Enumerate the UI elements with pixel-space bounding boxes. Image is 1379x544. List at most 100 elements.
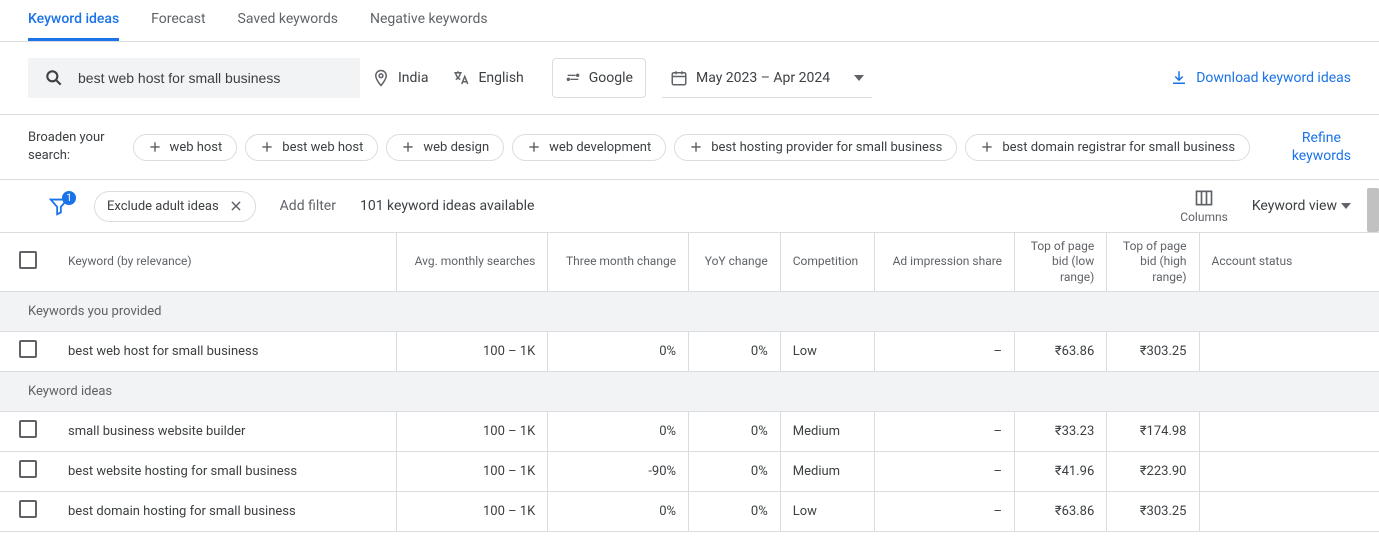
- table-row[interactable]: best web host for small business100 – 1K…: [0, 331, 1379, 371]
- scrollbar-thumb[interactable]: [1367, 188, 1379, 232]
- cell-high: ₹174.98: [1107, 411, 1199, 451]
- col-ad-impression[interactable]: Ad impression share: [874, 233, 1014, 291]
- col-keyword[interactable]: Keyword (by relevance): [56, 233, 396, 291]
- table-row[interactable]: best domain hosting for small business10…: [0, 491, 1379, 531]
- cell-acct: [1199, 451, 1379, 491]
- row-checkbox[interactable]: [19, 500, 37, 518]
- cell-keyword: best web host for small business: [56, 331, 396, 371]
- col-account-status[interactable]: Account status: [1199, 233, 1379, 291]
- section-header: Keyword ideas: [0, 371, 1379, 411]
- download-button[interactable]: Download keyword ideas: [1170, 69, 1351, 87]
- location-selector[interactable]: India: [360, 58, 440, 98]
- cell-avg: 100 – 1K: [396, 411, 548, 451]
- col-avg[interactable]: Avg. monthly searches: [396, 233, 548, 291]
- chip-label: web host: [170, 140, 223, 155]
- filter-funnel-button[interactable]: 1: [48, 195, 70, 217]
- controls-row: 1 Exclude adult ideas Add filter 101 key…: [0, 180, 1379, 233]
- col-bid-low[interactable]: Top of pagebid (lowrange): [1015, 233, 1107, 291]
- exclude-adult-chip[interactable]: Exclude adult ideas: [94, 191, 256, 222]
- language-selector[interactable]: English: [440, 58, 535, 98]
- tab-forecast[interactable]: Forecast: [151, 0, 205, 41]
- download-icon: [1170, 69, 1188, 87]
- col-competition[interactable]: Competition: [780, 233, 874, 291]
- cell-ad: –: [874, 331, 1014, 371]
- date-range-selector[interactable]: May 2023 – Apr 2024: [662, 58, 872, 98]
- network-selector[interactable]: Google: [552, 58, 646, 98]
- refine-keywords-button[interactable]: Refinekeywords: [1292, 129, 1351, 165]
- broaden-chip[interactable]: best web host: [245, 134, 378, 161]
- broaden-chips: web host best web host web design web devel…: [133, 134, 1264, 161]
- broaden-chip[interactable]: best hosting provider for small business: [674, 134, 957, 161]
- row-checkbox[interactable]: [19, 460, 37, 478]
- row-checkbox[interactable]: [19, 420, 37, 438]
- cell-acct: [1199, 491, 1379, 531]
- tab-saved-keywords[interactable]: Saved keywords: [238, 0, 338, 41]
- chip-label: best domain registrar for small business: [1002, 140, 1235, 155]
- broaden-chip[interactable]: web host: [133, 134, 238, 161]
- cell-yoy: 0%: [689, 411, 781, 451]
- cell-high: ₹303.25: [1107, 491, 1199, 531]
- cell-ad: –: [874, 451, 1014, 491]
- cell-tmc: 0%: [548, 491, 689, 531]
- chevron-down-icon: [854, 75, 864, 81]
- tab-keyword-ideas[interactable]: Keyword ideas: [28, 0, 119, 41]
- cell-low: ₹63.86: [1015, 491, 1107, 531]
- keyword-view-button[interactable]: Keyword view: [1252, 198, 1351, 214]
- location-icon: [372, 69, 390, 87]
- cell-comp: Medium: [780, 451, 874, 491]
- cell-tmc: -90%: [548, 451, 689, 491]
- available-count: 101 keyword ideas available: [360, 198, 534, 214]
- columns-button[interactable]: Columns: [1180, 188, 1228, 224]
- filter-bar: India English Google May 2023 – Apr 2024: [0, 42, 1379, 115]
- chip-label: Exclude adult ideas: [107, 199, 219, 214]
- row-checkbox[interactable]: [19, 340, 37, 358]
- cell-low: ₹63.86: [1015, 331, 1107, 371]
- cell-yoy: 0%: [689, 331, 781, 371]
- cell-avg: 100 – 1K: [396, 331, 548, 371]
- chip-label: web design: [423, 140, 489, 155]
- cell-yoy: 0%: [689, 451, 781, 491]
- broaden-chip[interactable]: web development: [512, 134, 666, 161]
- search-input-wrapper[interactable]: [28, 58, 360, 98]
- keyword-table: Keyword (by relevance) Avg. monthly sear…: [0, 233, 1379, 532]
- cell-high: ₹303.25: [1107, 331, 1199, 371]
- col-three-month[interactable]: Three month change: [548, 233, 689, 291]
- broaden-label: Broaden yoursearch:: [28, 129, 105, 165]
- cell-keyword: best domain hosting for small business: [56, 491, 396, 531]
- col-bid-high[interactable]: Top of pagebid (highrange): [1107, 233, 1199, 291]
- add-filter-button[interactable]: Add filter: [280, 198, 336, 214]
- cell-ad: –: [874, 411, 1014, 451]
- view-label: Keyword view: [1252, 198, 1337, 214]
- filter-count-badge: 1: [62, 191, 76, 205]
- broaden-chip[interactable]: web design: [386, 134, 504, 161]
- columns-label: Columns: [1180, 210, 1228, 224]
- tab-negative-keywords[interactable]: Negative keywords: [370, 0, 488, 41]
- network-label: Google: [589, 70, 633, 86]
- cell-avg: 100 – 1K: [396, 451, 548, 491]
- network-icon: [565, 70, 581, 86]
- cell-low: ₹33.23: [1015, 411, 1107, 451]
- calendar-icon: [670, 69, 688, 87]
- cell-high: ₹223.90: [1107, 451, 1199, 491]
- cell-low: ₹41.96: [1015, 451, 1107, 491]
- cell-comp: Low: [780, 491, 874, 531]
- close-icon[interactable]: [229, 199, 243, 213]
- cell-tmc: 0%: [548, 411, 689, 451]
- cell-acct: [1199, 331, 1379, 371]
- cell-keyword: best website hosting for small business: [56, 451, 396, 491]
- tabs: Keyword ideas Forecast Saved keywords Ne…: [0, 0, 1379, 42]
- chip-label: best hosting provider for small business: [711, 140, 942, 155]
- select-all-checkbox[interactable]: [19, 251, 37, 269]
- cell-ad: –: [874, 491, 1014, 531]
- cell-yoy: 0%: [689, 491, 781, 531]
- language-icon: [452, 69, 470, 87]
- cell-tmc: 0%: [548, 331, 689, 371]
- table-row[interactable]: best website hosting for small business1…: [0, 451, 1379, 491]
- cell-comp: Medium: [780, 411, 874, 451]
- col-yoy[interactable]: YoY change: [689, 233, 781, 291]
- table-row[interactable]: small business website builder100 – 1K0%…: [0, 411, 1379, 451]
- broaden-chip[interactable]: best domain registrar for small business: [965, 134, 1250, 161]
- chip-label: best web host: [282, 140, 363, 155]
- language-label: English: [478, 70, 523, 86]
- search-input[interactable]: [76, 69, 336, 87]
